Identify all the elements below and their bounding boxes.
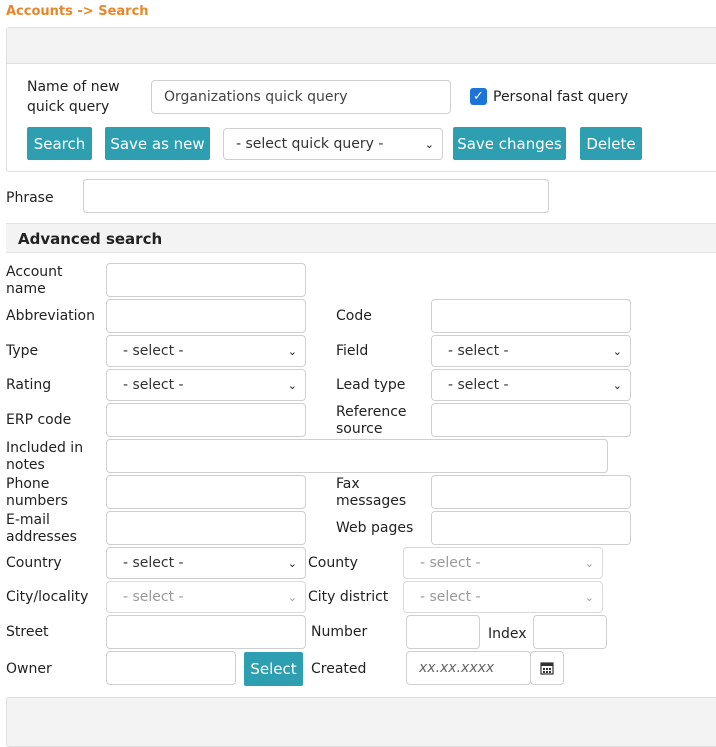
county-label: County [308,555,358,571]
account-name-label: Account name [6,264,63,297]
lead-type-select-value: - select - [448,377,509,393]
chevron-down-icon: ⌄ [287,590,297,604]
advanced-search-header[interactable]: Advanced search [6,223,716,253]
code-label: Code [336,308,372,324]
results-panel-header [6,697,716,747]
checkbox-checked-icon[interactable]: ✓ [470,88,487,105]
chevron-down-icon: ⌄ [287,344,297,358]
chevron-down-icon: ⌄ [287,556,297,570]
abbreviation-label: Abbreviation [6,308,95,324]
search-button[interactable]: Search [27,127,92,160]
chevron-down-icon: ⌄ [612,378,622,392]
chevron-down-icon: ⌄ [584,556,594,570]
index-input[interactable] [533,615,607,649]
email-addresses-input[interactable] [106,511,306,545]
chevron-down-icon: ⌄ [612,344,622,358]
quick-query-panel-header [7,28,716,64]
phone-numbers-label: Phone numbers [6,476,68,509]
quick-query-select[interactable]: - select quick query - ⌄ [223,128,443,160]
county-select-value: - select - [420,555,481,571]
phone-numbers-input[interactable] [106,475,306,509]
quick-query-name-label: Name of new quick query [27,79,120,115]
city-locality-select[interactable]: - select - ⌄ [106,581,306,613]
owner-label: Owner [6,661,52,677]
included-in-notes-input[interactable] [106,439,608,473]
web-pages-label: Web pages [336,520,414,536]
country-label: Country [6,555,62,571]
lead-type-select[interactable]: - select - ⌄ [431,369,631,401]
number-label: Number [311,624,368,640]
city-district-label: City district [308,589,389,605]
quick-query-name-value: Organizations quick query [164,89,348,105]
rating-select[interactable]: - select - ⌄ [106,369,306,401]
abbreviation-input[interactable] [106,299,306,333]
rating-label: Rating [6,377,52,393]
calendar-icon[interactable] [530,651,564,685]
save-changes-button[interactable]: Save changes [453,127,566,160]
fax-messages-input[interactable] [431,475,631,509]
number-input[interactable] [406,615,480,649]
phrase-input[interactable] [83,179,549,213]
created-date-placeholder: xx.xx.xxxx [419,660,495,676]
advanced-search-title: Advanced search [18,230,163,248]
quick-query-select-value: - select quick query - [236,136,384,152]
quick-query-name-input[interactable]: Organizations quick query [151,80,451,114]
county-select[interactable]: - select - ⌄ [403,547,603,579]
rating-select-value: - select - [123,377,184,393]
chevron-down-icon: ⌄ [424,137,434,151]
created-date-input[interactable]: xx.xx.xxxx [406,651,531,685]
street-input[interactable] [106,615,306,649]
fax-messages-label: Fax messages [336,476,407,509]
country-select-value: - select - [123,555,184,571]
owner-input[interactable] [106,651,236,685]
account-name-input[interactable] [106,263,306,297]
phrase-label: Phrase [6,190,54,206]
country-select[interactable]: - select - ⌄ [106,547,306,579]
breadcrumb[interactable]: Accounts -> Search [6,4,149,19]
reference-source-label: Reference source [336,404,407,437]
chevron-down-icon: ⌄ [584,590,594,604]
delete-button[interactable]: Delete [580,127,642,160]
included-in-notes-label: Included in notes [6,440,84,473]
web-pages-input[interactable] [431,511,631,545]
city-district-select-value: - select - [420,589,481,605]
chevron-down-icon: ⌄ [287,378,297,392]
save-as-new-button[interactable]: Save as new [105,127,210,160]
email-addresses-label: E-mail addresses [6,512,77,545]
personal-fast-query-label: Personal fast query [493,89,629,105]
owner-select-button[interactable]: Select [244,652,303,686]
street-label: Street [6,624,49,640]
field-select[interactable]: - select - ⌄ [431,335,631,367]
type-select-value: - select - [123,343,184,359]
erp-code-label: ERP code [6,412,72,428]
type-select[interactable]: - select - ⌄ [106,335,306,367]
type-label: Type [6,343,39,359]
city-locality-select-value: - select - [123,589,184,605]
field-label: Field [336,343,369,359]
lead-type-label: Lead type [336,377,406,393]
index-label: Index [488,626,527,642]
reference-source-input[interactable] [431,403,631,437]
code-input[interactable] [431,299,631,333]
created-label: Created [311,661,367,677]
city-district-select[interactable]: - select - ⌄ [403,581,603,613]
city-locality-label: City/locality [6,589,89,605]
field-select-value: - select - [448,343,509,359]
erp-code-input[interactable] [106,403,306,437]
